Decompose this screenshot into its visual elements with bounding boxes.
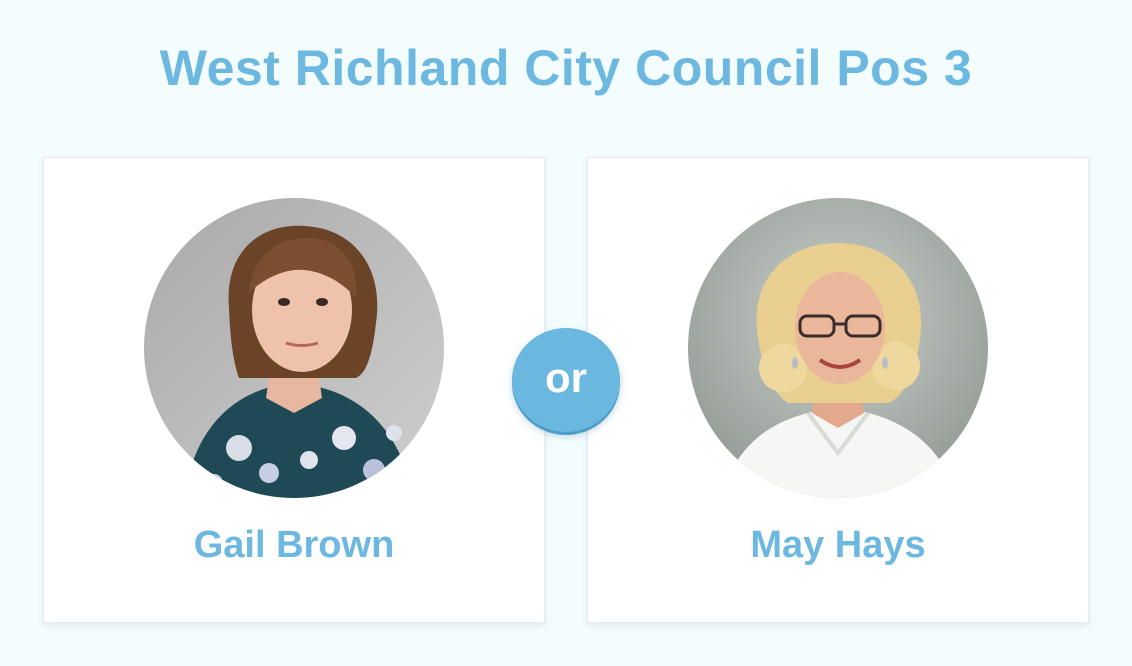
- candidate-card-gail-brown[interactable]: Gail Brown: [43, 157, 545, 623]
- candidate-photo: [688, 198, 988, 498]
- or-badge: or: [512, 328, 620, 432]
- page-title: West Richland City Council Pos 3: [159, 40, 973, 96]
- candidate-name: Gail Brown: [193, 524, 395, 566]
- candidate-photo: [144, 198, 444, 498]
- candidate-name: May Hays: [750, 524, 926, 566]
- candidate-card-may-hays[interactable]: May Hays: [587, 157, 1089, 623]
